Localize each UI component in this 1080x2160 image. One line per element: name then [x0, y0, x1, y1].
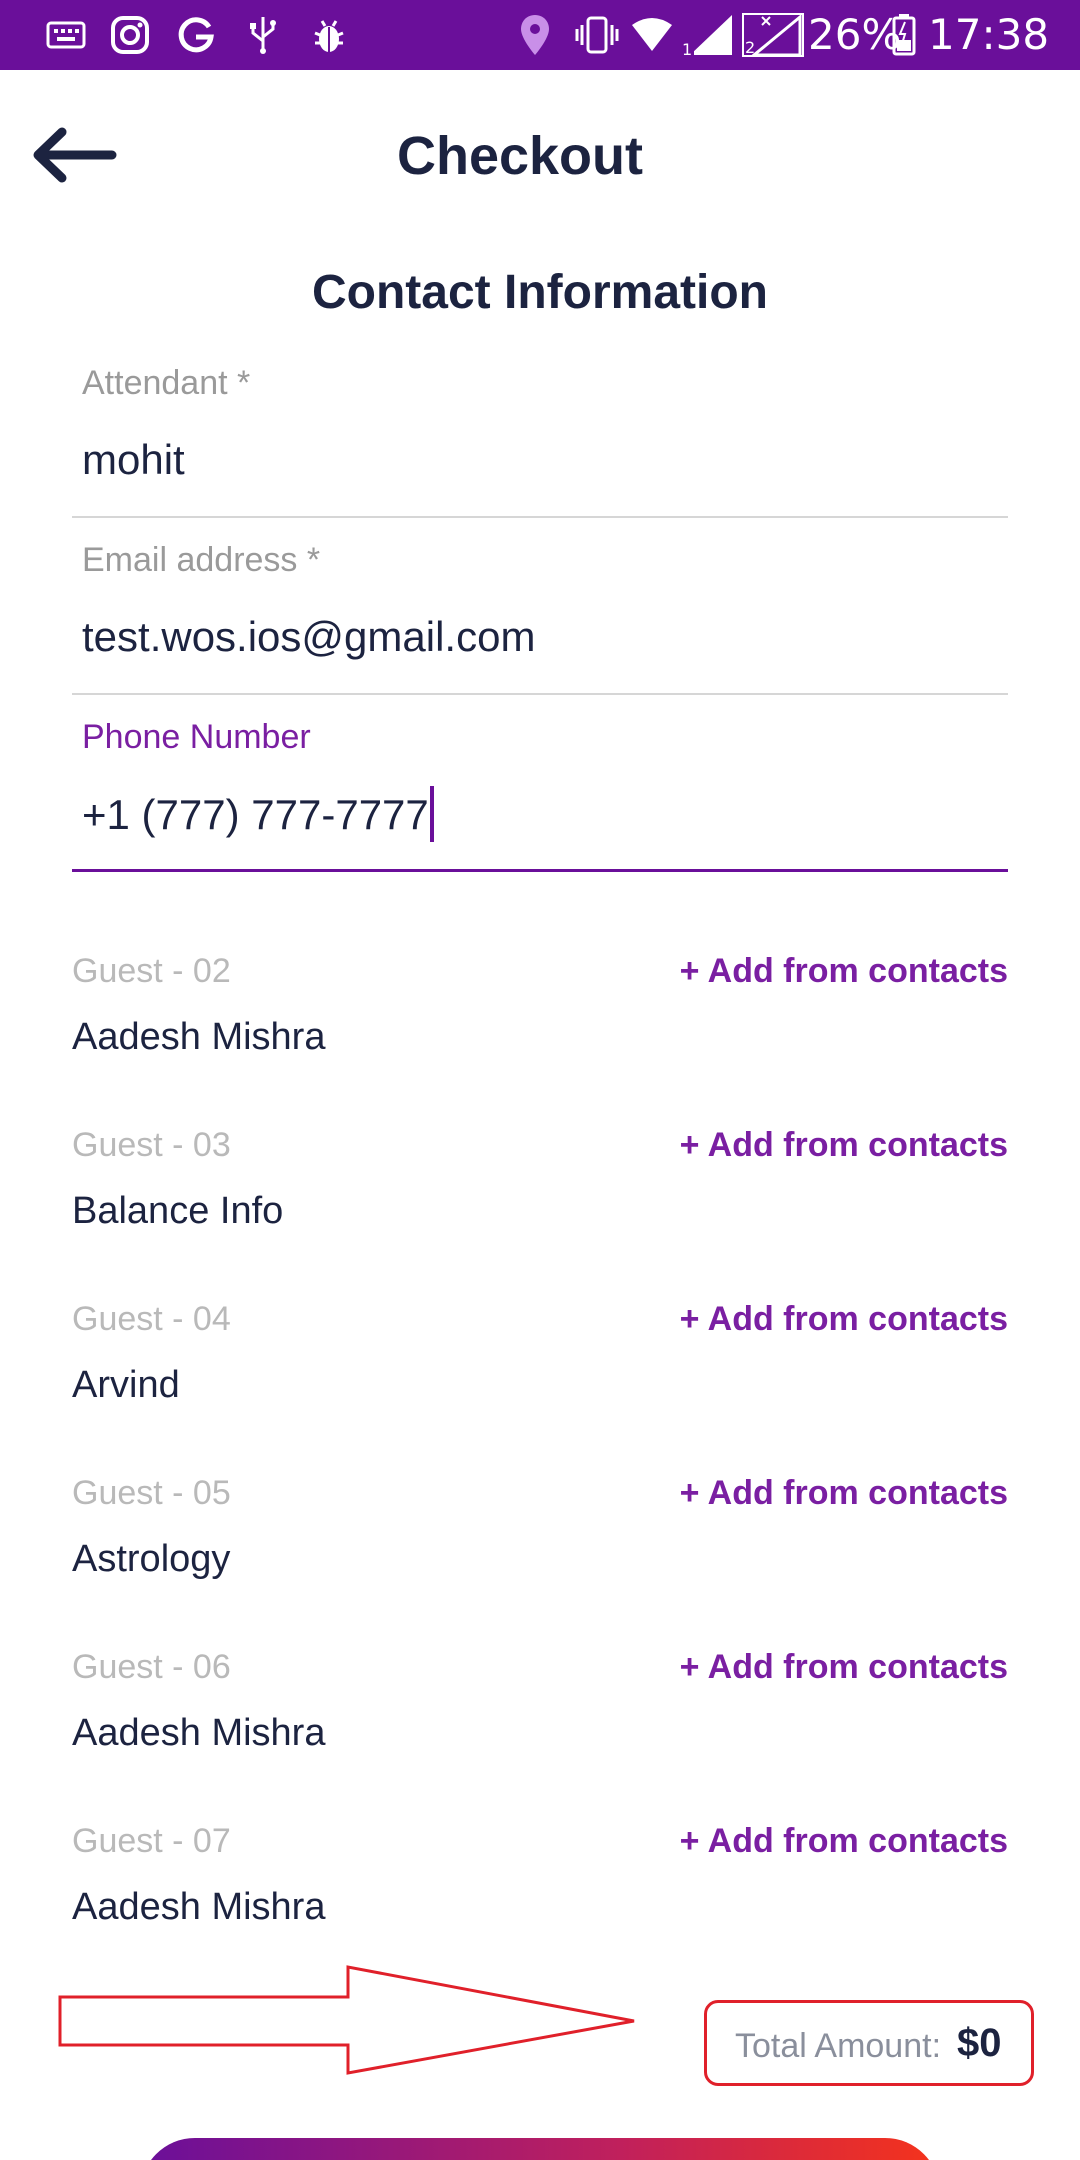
guest-name[interactable]: Aadesh Mishra: [72, 1886, 325, 1929]
guest-name[interactable]: Aadesh Mishra: [72, 1016, 325, 1059]
usb-icon: [246, 13, 280, 57]
attendant-input[interactable]: mohit: [82, 436, 185, 484]
text-caret: [429, 786, 434, 842]
guest-label: Guest - 02: [72, 952, 231, 990]
status-bar: 1 2 26% 17:38: [0, 0, 1080, 70]
attendant-field[interactable]: Attendant * mohit: [72, 360, 1008, 520]
email-label: Email address *: [82, 541, 321, 579]
add-from-contacts-button[interactable]: + Add from contacts: [680, 1300, 1008, 1339]
wifi-icon: [630, 13, 674, 57]
guest-label: Guest - 04: [72, 1300, 231, 1338]
svg-text:2: 2: [745, 38, 755, 57]
checkout-submit-button[interactable]: [140, 2138, 940, 2160]
attendant-label: Attendant *: [82, 364, 251, 402]
guest-row: Guest - 05 + Add from contacts Astrology: [72, 1474, 1008, 1604]
add-from-contacts-button[interactable]: + Add from contacts: [680, 952, 1008, 991]
section-title: Contact Information: [312, 266, 768, 319]
phone-label: Phone Number: [82, 718, 311, 756]
add-from-contacts-button[interactable]: + Add from contacts: [680, 1126, 1008, 1165]
phone-value: +1 (777) 777-7777: [82, 791, 429, 839]
add-from-contacts-button[interactable]: + Add from contacts: [680, 1474, 1008, 1513]
phone-input[interactable]: +1 (777) 777-7777: [82, 786, 434, 846]
phone-field[interactable]: Phone Number +1 (777) 777-7777: [72, 714, 1008, 874]
guest-label: Guest - 03: [72, 1126, 231, 1164]
guest-label: Guest - 07: [72, 1822, 231, 1860]
location-icon: [518, 13, 552, 57]
battery-icon: [892, 13, 916, 57]
keyboard-icon: [46, 13, 86, 57]
email-input[interactable]: test.wos.ios@gmail.com: [82, 613, 535, 661]
annotation-arrow: [58, 1965, 635, 2075]
guest-row: Guest - 04 + Add from contacts Arvind: [72, 1300, 1008, 1430]
total-amount-label: Total Amount:: [735, 2027, 942, 2065]
guest-name[interactable]: Balance Info: [72, 1190, 283, 1233]
guest-label: Guest - 05: [72, 1474, 231, 1512]
email-field[interactable]: Email address * test.wos.ios@gmail.com: [72, 537, 1008, 697]
vibrate-icon: [574, 13, 620, 57]
guest-row: Guest - 02 + Add from contacts Aadesh Mi…: [72, 952, 1008, 1082]
guest-label: Guest - 06: [72, 1648, 231, 1686]
add-from-contacts-button[interactable]: + Add from contacts: [680, 1822, 1008, 1861]
email-underline: [72, 693, 1008, 695]
instagram-icon: [110, 13, 150, 57]
total-amount-value: $0: [957, 2021, 1002, 2065]
guest-row: Guest - 07 + Add from contacts Aadesh Mi…: [72, 1822, 1008, 1952]
bug-icon: [312, 13, 346, 57]
page-title: Checkout: [396, 126, 644, 186]
svg-text:1: 1: [682, 40, 692, 57]
attendant-underline: [72, 516, 1008, 518]
phone-underline: [72, 869, 1008, 872]
checkout-screen: 1 2 26% 17:38 Checkout Contact Informati…: [0, 0, 1080, 2160]
clock: 17:38: [928, 10, 1050, 59]
add-from-contacts-button[interactable]: + Add from contacts: [680, 1648, 1008, 1687]
signal-sim2-icon: 2: [742, 13, 804, 57]
guest-name[interactable]: Astrology: [72, 1538, 230, 1581]
guest-row: Guest - 06 + Add from contacts Aadesh Mi…: [72, 1648, 1008, 1778]
guest-name[interactable]: Arvind: [72, 1364, 180, 1407]
total-amount-box: Total Amount: $0: [704, 2000, 1034, 2086]
guest-name[interactable]: Aadesh Mishra: [72, 1712, 325, 1755]
battery-percent: 26%: [808, 10, 902, 59]
google-icon: [176, 13, 216, 57]
signal-sim1-icon: 1: [680, 13, 734, 57]
guest-row: Guest - 03 + Add from contacts Balance I…: [72, 1126, 1008, 1256]
